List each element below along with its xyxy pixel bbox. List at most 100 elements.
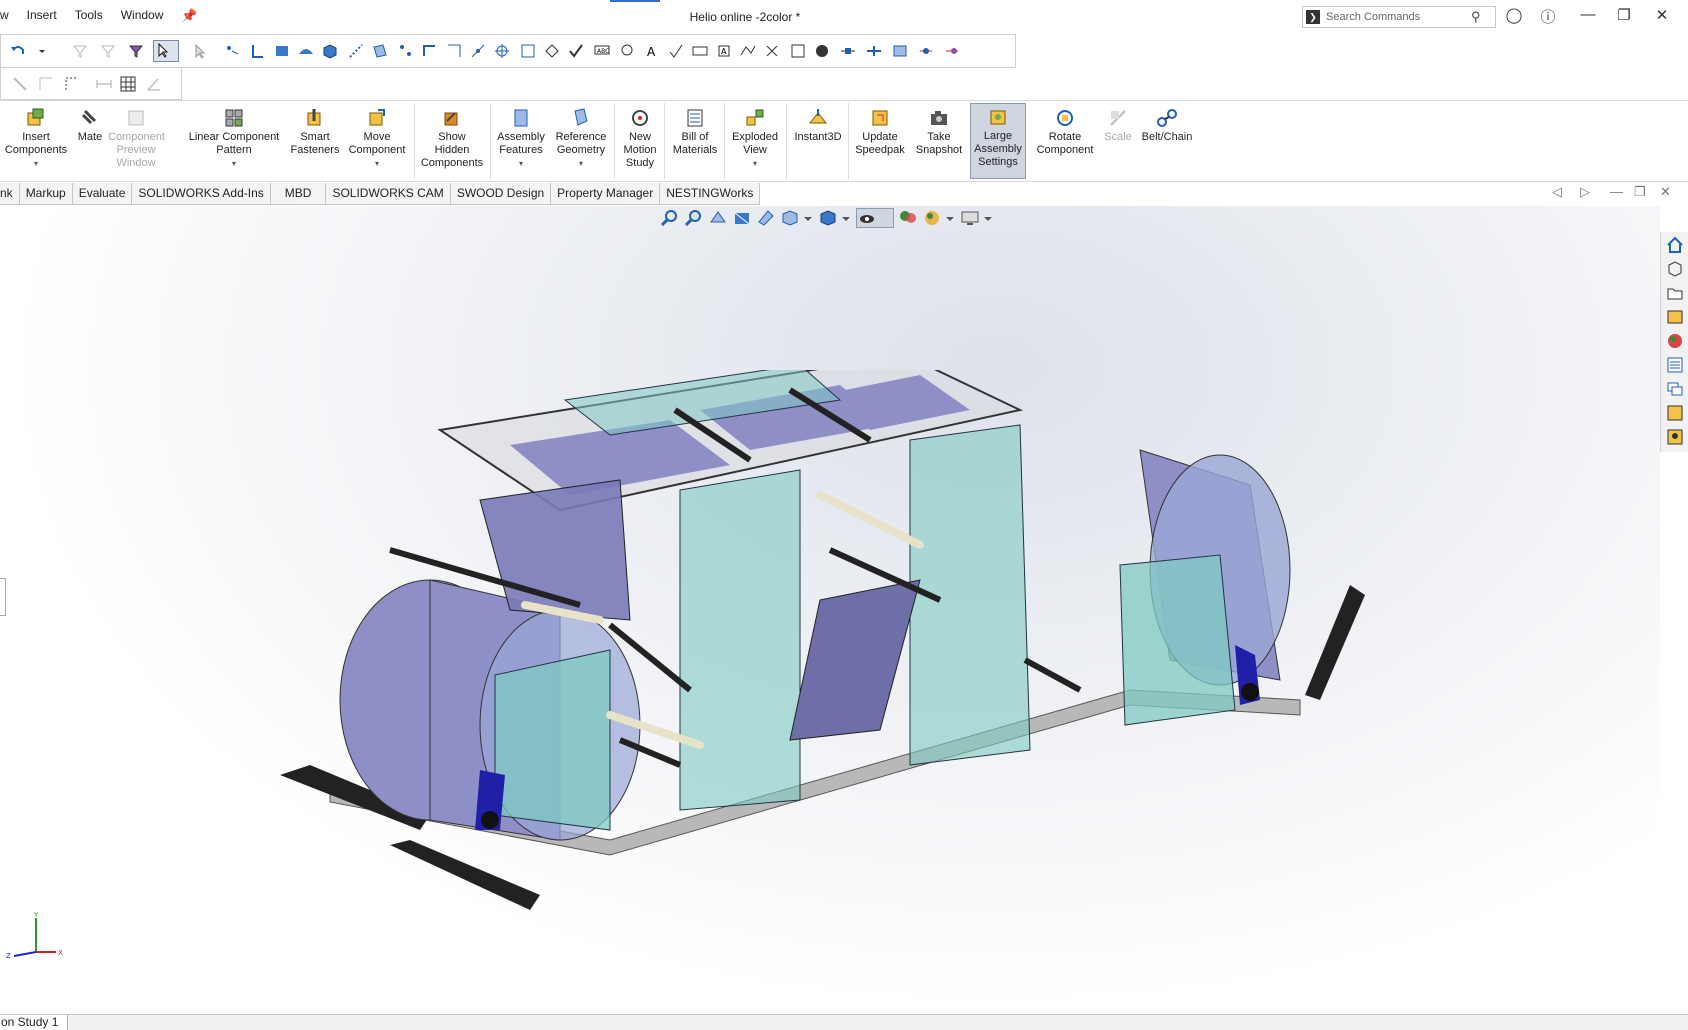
dropdown-arrow-icon[interactable]: ▾: [728, 157, 782, 170]
filter-vertices-icon[interactable]: [223, 42, 241, 60]
filter-sketch-segments-icon[interactable]: [445, 42, 463, 60]
filter-midpoint-icon[interactable]: [469, 42, 487, 60]
custom-properties-icon[interactable]: [1666, 356, 1684, 374]
take-snapshot-button[interactable]: Take Snapshot: [912, 105, 966, 157]
scene-icon[interactable]: [922, 208, 942, 228]
viewport-prev-icon[interactable]: ◁: [1552, 184, 1562, 200]
view-palette-icon[interactable]: [1666, 308, 1684, 326]
filter-routing-point-icon[interactable]: [917, 42, 935, 60]
new-motion-study-button[interactable]: New Motion Study: [618, 105, 662, 170]
tab-property-manager[interactable]: Property Manager: [551, 183, 661, 205]
tips-icon[interactable]: [1666, 428, 1684, 446]
dropdown-arrow-icon[interactable]: ▾: [552, 157, 610, 170]
filter-axes-icon[interactable]: [347, 42, 365, 60]
update-speedpak-button[interactable]: Update Speedpak: [852, 105, 908, 157]
assembly-features-button[interactable]: Assembly Features ▾: [494, 105, 548, 170]
exploded-view-button[interactable]: Exploded View ▾: [728, 105, 782, 170]
chevron-down-icon[interactable]: [33, 42, 51, 60]
filter-notes-icon[interactable]: ABC: [593, 42, 611, 60]
viewport-next-icon[interactable]: ▷: [1580, 184, 1590, 200]
close-icon[interactable]: ✕: [1650, 6, 1674, 24]
filter-center-icon[interactable]: [493, 42, 511, 60]
dimension-icon[interactable]: [63, 75, 81, 93]
minimize-icon[interactable]: —: [1576, 6, 1600, 23]
tab-sketch[interactable]: nk: [0, 183, 20, 205]
account-icon[interactable]: ◯: [1502, 6, 1526, 24]
tab-mbd[interactable]: MBD: [270, 183, 327, 205]
forum-icon[interactable]: [1666, 380, 1684, 398]
filter-weld-bead-icon[interactable]: [763, 42, 781, 60]
search-box[interactable]: ❯ Search Commands ⚲: [1302, 6, 1496, 28]
filter-edges-icon[interactable]: [249, 42, 267, 60]
viewport-close-icon[interactable]: ✕: [1660, 184, 1671, 200]
feature-tree-handle[interactable]: [0, 578, 6, 616]
large-assembly-settings-button[interactable]: Large Assembly Settings: [970, 103, 1026, 179]
folder-icon[interactable]: [1666, 284, 1684, 302]
line-icon[interactable]: [11, 75, 29, 93]
selection-filter-icon[interactable]: [191, 42, 209, 60]
dynamic-annotation-icon[interactable]: [756, 208, 776, 228]
filter-dimensions-icon[interactable]: [519, 42, 537, 60]
zoom-to-area-icon[interactable]: [684, 208, 704, 228]
chevron-down-icon[interactable]: [840, 208, 850, 228]
display-style-icon[interactable]: [818, 208, 838, 228]
scale-button[interactable]: Scale: [1100, 105, 1136, 144]
section-view-icon[interactable]: [732, 208, 752, 228]
corner-icon[interactable]: [37, 75, 55, 93]
dropdown-arrow-icon[interactable]: ▾: [494, 157, 548, 170]
move-component-button[interactable]: Move Component ▾: [344, 105, 410, 170]
viewport-minimize-icon[interactable]: —: [1610, 184, 1623, 199]
filter-annotation-icon[interactable]: [543, 42, 561, 60]
filter-toolbar-icon[interactable]: [127, 42, 145, 60]
chevron-down-icon[interactable]: [944, 208, 954, 228]
appearance-icon[interactable]: [898, 208, 918, 228]
filter-datum-icon[interactable]: A: [715, 42, 733, 60]
tab-solidworks-cam[interactable]: SOLIDWORKS CAM: [326, 183, 451, 205]
filter-text-icon[interactable]: A: [643, 42, 661, 60]
filter-block-icon[interactable]: [789, 42, 807, 60]
smart-fasteners-button[interactable]: Smart Fasteners: [288, 105, 342, 157]
component-preview-window-button[interactable]: Component Preview Window: [108, 105, 165, 170]
insert-components-button[interactable]: Insert Components ▾: [2, 105, 70, 170]
filter-faces-icon[interactable]: [99, 42, 117, 60]
filter-gtol-icon[interactable]: [691, 42, 709, 60]
tab-solidworks-addins[interactable]: SOLIDWORKS Add-Ins: [132, 183, 271, 205]
dropdown-arrow-icon[interactable]: ▾: [2, 157, 70, 170]
filter-routing-icon[interactable]: [839, 42, 857, 60]
filter-planes-icon[interactable]: [371, 42, 389, 60]
instant3d-button[interactable]: Instant3D: [790, 105, 846, 144]
filter-weld-icon[interactable]: [619, 42, 637, 60]
filter-sketch-icon[interactable]: [421, 42, 439, 60]
reference-geometry-button[interactable]: Reference Geometry ▾: [552, 105, 610, 170]
belt-chain-button[interactable]: Belt/Chain: [1138, 105, 1196, 144]
tab-swood-design[interactable]: SWOOD Design: [450, 183, 552, 205]
filter-surface-icon[interactable]: [297, 42, 315, 60]
show-hidden-components-button[interactable]: Show Hidden Components: [418, 105, 486, 170]
help-icon[interactable]: ⓘ: [1536, 6, 1560, 27]
select-arrow-icon[interactable]: [153, 40, 179, 62]
filter-solid-icon[interactable]: [321, 42, 339, 60]
view-settings-icon[interactable]: [960, 208, 980, 228]
rotate-component-button[interactable]: Rotate Component: [1032, 105, 1098, 157]
tab-evaluate[interactable]: Evaluate: [72, 183, 133, 205]
dropdown-arrow-icon[interactable]: ▾: [182, 157, 286, 170]
filter-mate-icon[interactable]: [891, 42, 909, 60]
zoom-to-fit-icon[interactable]: [660, 208, 680, 228]
tab-motion-study[interactable]: on Study 1: [0, 1015, 68, 1030]
filter-center-mark-icon[interactable]: [813, 42, 831, 60]
filter-cosmetic-icon[interactable]: [739, 42, 757, 60]
bill-of-materials-button[interactable]: Bill of Materials: [668, 105, 722, 157]
angle-icon[interactable]: [145, 75, 163, 93]
filter-check-icon[interactable]: [567, 42, 585, 60]
assembly-model[interactable]: [280, 370, 1430, 910]
restore-icon[interactable]: ❐: [1612, 6, 1636, 24]
search-input[interactable]: Search Commands: [1326, 11, 1420, 23]
tab-markup[interactable]: Markup: [19, 183, 73, 205]
filter-icon[interactable]: [71, 42, 89, 60]
grid-icon[interactable]: [119, 75, 137, 93]
previous-view-icon[interactable]: [708, 208, 728, 228]
filter-routing-end-icon[interactable]: [943, 42, 961, 60]
chevron-down-icon[interactable]: [802, 208, 812, 228]
home-icon[interactable]: [1666, 236, 1684, 254]
undo-icon[interactable]: [9, 42, 27, 60]
